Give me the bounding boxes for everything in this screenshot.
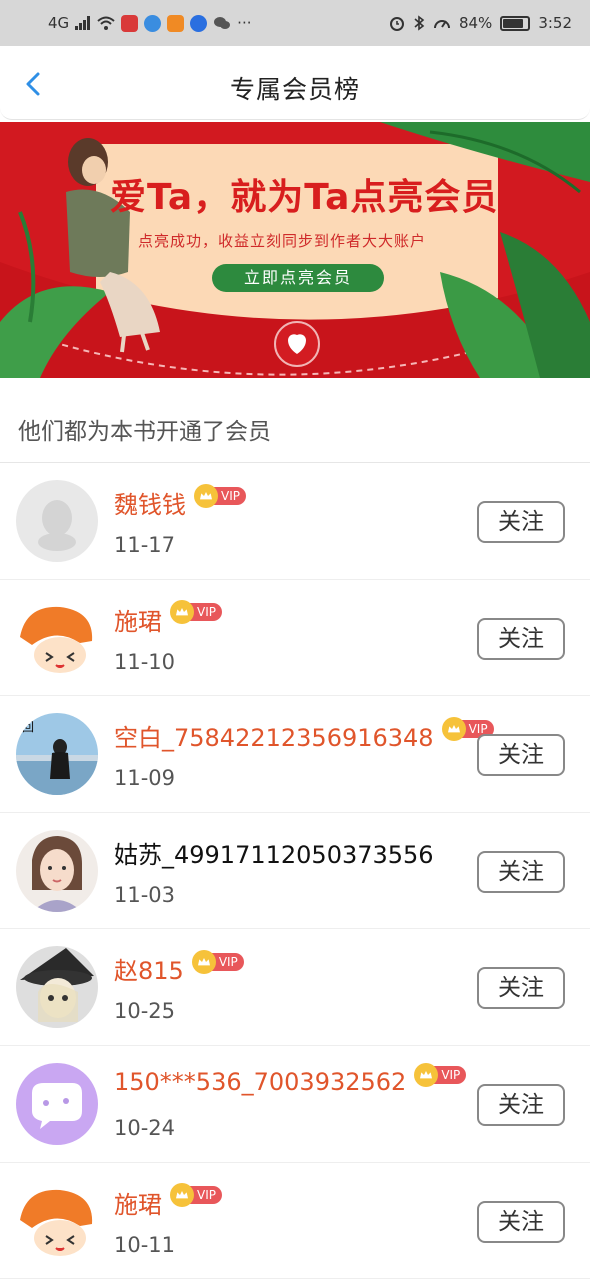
member-row[interactable]: 回 空白_7584221235691634​8 VIP 11-09 关注	[0, 696, 590, 813]
name-line: 150***536_7003932562 VIP	[114, 1062, 467, 1096]
vip-badge: VIP	[170, 600, 222, 625]
vip-badge: VIP	[194, 483, 246, 508]
avatar[interactable]	[16, 1179, 98, 1262]
member-name[interactable]: 赵815	[114, 951, 184, 986]
section-title: 他们都为本书开通了会员	[18, 419, 271, 445]
name-line: 施珺 VIP	[114, 600, 222, 637]
name-line: 魏钱钱 VIP	[114, 483, 246, 520]
avatar[interactable]	[16, 946, 98, 1029]
member-row[interactable]: 150***536_7003932562 VIP 10-24 关注	[0, 1046, 590, 1163]
avatar[interactable]	[16, 1062, 98, 1145]
crown-icon	[194, 483, 218, 508]
status-bar: 4G ··· 84% 3:52	[0, 0, 590, 46]
follow-button[interactable]: 关注	[477, 501, 565, 543]
member-name[interactable]: 空白_7584221235691634​8	[114, 718, 434, 753]
member-date: 11-10	[114, 649, 176, 674]
member-date: 10-11	[114, 1232, 176, 1257]
battery-icon	[500, 15, 531, 31]
follow-button[interactable]: 关注	[477, 734, 565, 777]
avatar[interactable]	[16, 829, 98, 912]
bulb-notification-icon	[190, 14, 208, 32]
member-name[interactable]: 姑苏_49917112050373556	[114, 835, 434, 870]
follow-button[interactable]: 关注	[477, 850, 565, 893]
wifi-icon	[97, 16, 115, 30]
crown-icon	[191, 949, 216, 974]
speedometer-icon	[433, 20, 450, 29]
signal-icon	[75, 16, 91, 30]
member-date: 11-17	[114, 533, 176, 557]
follow-button[interactable]: 关注	[477, 1200, 565, 1243]
member-date: 11-03	[114, 882, 176, 907]
member-name[interactable]: 150***536_7003932562	[114, 1068, 406, 1096]
member-date: 10-24	[114, 1115, 176, 1140]
name-line: 施珺 VIP	[114, 1183, 222, 1220]
member-name[interactable]: 施珺	[114, 602, 162, 637]
network-indicator: 4G	[48, 14, 70, 32]
default-avatar-icon[interactable]	[16, 480, 98, 562]
wechat-icon	[214, 17, 231, 29]
svg-text:回: 回	[22, 720, 34, 734]
app-notification-icon	[121, 14, 139, 32]
member-row[interactable]: 施珺 VIP 11-10 关注	[0, 580, 590, 697]
member-row[interactable]: 魏钱钱 VIP 11-17 关注	[0, 463, 590, 580]
vip-badge: VIP	[191, 949, 244, 974]
member-name[interactable]: 施珺	[114, 1185, 162, 1220]
follow-button[interactable]: 关注	[477, 967, 565, 1010]
battery-percent: 84%	[458, 14, 493, 32]
light-up-membership-button[interactable]: 立即点亮会员	[212, 264, 384, 292]
name-line: 赵815 VIP	[114, 949, 244, 986]
crown-icon	[441, 716, 466, 741]
name-line: 空白_7584221235691634​8 VIP	[114, 716, 494, 753]
status-left: 4G ···	[48, 14, 251, 32]
vip-badge: VIP	[414, 1062, 467, 1087]
banner-subtitle: 点亮成功，收益立刻同步到作者大大账户	[138, 232, 427, 250]
member-list: 魏钱钱 VIP 11-17 关注 施珺 VIP 11-10 关注回空白_75842212356…	[0, 463, 590, 1280]
member-row[interactable]: 施珺 VIP 10-11 关注	[0, 1163, 590, 1280]
member-date: 11-09	[114, 766, 176, 791]
page-title: 专属会员榜	[229, 75, 360, 104]
member-name[interactable]: 魏钱钱	[114, 485, 186, 520]
clock: 3:52	[538, 14, 572, 32]
follow-button[interactable]: 关注	[477, 617, 565, 660]
crown-icon	[170, 1183, 194, 1208]
app-header: 专属会员榜	[0, 46, 590, 120]
name-line: 姑苏_49917112050373556	[114, 835, 434, 870]
member-date: 10-25	[114, 999, 176, 1024]
more-notifications-icon: ···	[237, 14, 252, 32]
promo-banner[interactable]: 爱Ta，就为Ta点亮会员 点亮成功，收益立刻同步到作者大大账户 立即点亮会员	[0, 122, 590, 378]
follow-button[interactable]: 关注	[477, 1083, 565, 1126]
banner-headline: 爱Ta，就为Ta点亮会员	[110, 177, 499, 218]
avatar[interactable]	[16, 596, 98, 679]
browser-notification-icon	[144, 14, 162, 32]
bluetooth-icon	[414, 15, 425, 31]
vip-badge: VIP	[170, 1183, 222, 1208]
video-notification-icon	[167, 14, 185, 32]
status-right: 84% 3:52	[389, 14, 572, 32]
alarm-icon	[389, 17, 404, 31]
crown-icon	[170, 600, 194, 625]
avatar[interactable]: 回	[16, 713, 98, 796]
member-row[interactable]: 赵815 VIP 10-25 关注	[0, 929, 590, 1046]
member-row[interactable]: 姑苏_49917112050373556 11-03 关注	[0, 813, 590, 930]
battery-fill	[503, 18, 524, 28]
